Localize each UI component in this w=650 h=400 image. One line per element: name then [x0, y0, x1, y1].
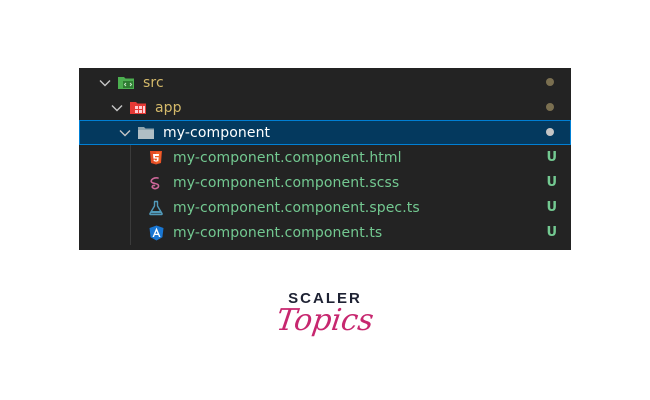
tree-item-file[interactable]: my-component.component.html U	[79, 145, 571, 170]
tree-item-label: my-component.component.scss	[173, 174, 400, 191]
file-explorer: src app my-component my-component.compon…	[79, 68, 571, 250]
scaler-topics-logo: SCALER Topics	[0, 290, 650, 338]
tree-item-file[interactable]: my-component.component.ts U	[79, 220, 571, 245]
tree-item-label: app	[155, 99, 182, 116]
tree-item-label: src	[143, 74, 164, 91]
tree-item-app[interactable]: app	[79, 95, 571, 120]
tree-item-label: my-component.component.html	[173, 149, 402, 166]
tree-item-src[interactable]: src	[79, 70, 571, 95]
chevron-down-icon[interactable]	[97, 75, 113, 91]
tree-item-my-component[interactable]: my-component	[79, 120, 571, 145]
folder-icon	[137, 125, 155, 141]
modified-dot	[546, 128, 554, 136]
modified-dot	[546, 103, 554, 111]
tree-item-file[interactable]: my-component.component.spec.ts U	[79, 195, 571, 220]
git-status-badge: U	[546, 175, 557, 190]
logo-script: Topics	[274, 303, 376, 338]
test-flask-icon	[147, 200, 165, 216]
angular-icon	[147, 225, 165, 241]
tree-item-label: my-component.component.ts	[173, 224, 383, 241]
tree-item-label: my-component	[163, 124, 271, 141]
indent-guide	[130, 145, 131, 170]
src-folder-icon	[117, 75, 135, 91]
indent-guide	[130, 220, 131, 245]
tree-item-file[interactable]: my-component.component.scss U	[79, 170, 571, 195]
git-status-badge: U	[546, 225, 557, 240]
indent-guide	[130, 170, 131, 195]
git-status-badge: U	[546, 200, 557, 215]
html5-icon	[147, 150, 165, 166]
sass-icon	[147, 175, 165, 191]
tree-item-label: my-component.component.spec.ts	[173, 199, 420, 216]
modified-dot	[546, 78, 554, 86]
chevron-down-icon[interactable]	[109, 100, 125, 116]
app-folder-icon	[129, 100, 147, 116]
indent-guide	[130, 195, 131, 220]
git-status-badge: U	[546, 150, 557, 165]
chevron-down-icon[interactable]	[117, 125, 133, 141]
